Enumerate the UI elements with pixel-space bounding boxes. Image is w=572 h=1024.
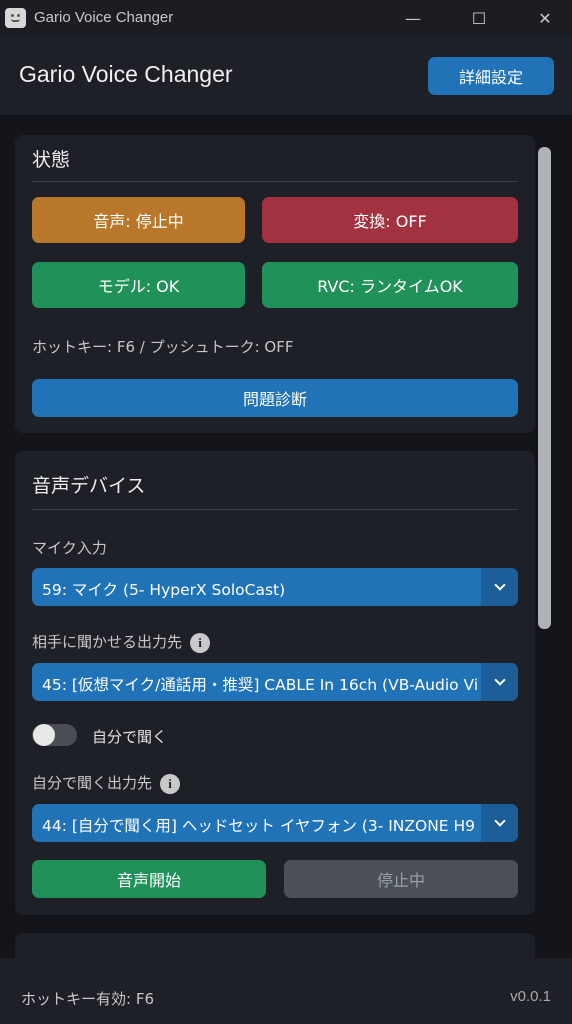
- status-card: 状態 音声: 停止中 変換: OFF モデル: OK RVC: ランタイムOK …: [15, 135, 535, 433]
- model-status-badge: モデル: OK: [32, 262, 245, 308]
- monitor-output-label-row: 自分で聞く出力先 i: [32, 772, 181, 794]
- info-icon[interactable]: i: [190, 632, 211, 653]
- main-scroll-area[interactable]: 状態 音声: 停止中 変換: OFF モデル: OK RVC: ランタイムOK …: [0, 115, 572, 958]
- audio-device-card: 音声デバイス マイク入力 59: マイク (5- HyperX SoloCast…: [15, 451, 535, 915]
- chevron-down-icon: [493, 579, 506, 591]
- diagnose-button[interactable]: 問題診断: [32, 379, 518, 417]
- monitor-toggle-label: 自分で聞く: [92, 728, 168, 746]
- app-window: Gario Voice Changer — ☐ ✕ Gario Voice Ch…: [0, 0, 572, 1024]
- minimize-button[interactable]: —: [390, 0, 436, 37]
- monitor-output-value: 44: [自分で聞く用] ヘッドセット イヤフォン (3- INZONE H9 …: [42, 817, 478, 835]
- scrollbar-thumb[interactable]: [538, 147, 551, 629]
- device-divider: [32, 509, 518, 510]
- app-header: Gario Voice Changer 詳細設定: [0, 37, 572, 115]
- conversion-status-badge: 変換: OFF: [262, 197, 518, 243]
- info-icon[interactable]: i: [160, 773, 181, 794]
- stop-audio-button[interactable]: 停止中: [284, 860, 518, 898]
- mic-dropdown-toggle[interactable]: [481, 568, 518, 606]
- output-device-value: 45: [仮想マイク/通話用・推奨] CABLE In 16ch (VB-Aud…: [42, 676, 478, 694]
- maximize-icon: ☐: [471, 9, 487, 28]
- rvc-status-badge: RVC: ランタイムOK: [262, 262, 518, 308]
- status-divider: [32, 181, 518, 182]
- audio-device-title: 音声デバイス: [32, 475, 146, 497]
- title-bar: Gario Voice Changer — ☐ ✕: [0, 0, 572, 37]
- status-title: 状態: [32, 149, 71, 171]
- maximize-button[interactable]: ☐: [456, 0, 502, 37]
- monitor-toggle[interactable]: [32, 724, 77, 746]
- close-button[interactable]: ✕: [522, 0, 568, 37]
- app-title: Gario Voice Changer: [19, 61, 233, 87]
- mic-input-value: 59: マイク (5- HyperX SoloCast): [42, 581, 286, 599]
- output-device-label-row: 相手に聞かせる出力先 i: [32, 631, 211, 653]
- chevron-down-icon: [493, 674, 506, 686]
- output-device-label: 相手に聞かせる出力先: [32, 633, 183, 651]
- monitor-output-select[interactable]: 44: [自分で聞く用] ヘッドセット イヤフォン (3- INZONE H9 …: [32, 804, 518, 842]
- hotkey-info-text: ホットキー: F6 / プッシュトーク: OFF: [32, 338, 294, 356]
- mic-input-select[interactable]: 59: マイク (5- HyperX SoloCast): [32, 568, 518, 606]
- monitor-dropdown-toggle[interactable]: [481, 804, 518, 842]
- chevron-down-icon: [493, 815, 506, 827]
- status-footer: ホットキー有効: F6 v0.0.1: [0, 958, 572, 1024]
- output-dropdown-toggle[interactable]: [481, 663, 518, 701]
- mic-input-label: マイク入力: [32, 539, 107, 557]
- hotkey-status-text: ホットキー有効: F6: [21, 990, 154, 1008]
- minimize-icon: —: [405, 9, 421, 28]
- monitor-output-label: 自分で聞く出力先: [32, 774, 153, 792]
- version-label: v0.0.1: [510, 988, 551, 1005]
- app-logo-icon: [5, 8, 26, 28]
- monitor-toggle-knob: [33, 724, 55, 746]
- output-device-select[interactable]: 45: [仮想マイク/通話用・推奨] CABLE In 16ch (VB-Aud…: [32, 663, 518, 701]
- start-audio-button[interactable]: 音声開始: [32, 860, 266, 898]
- conversion-card: 変換: [15, 933, 535, 958]
- audio-status-badge: 音声: 停止中: [32, 197, 245, 243]
- window-title: Gario Voice Changer: [34, 9, 174, 26]
- advanced-settings-button[interactable]: 詳細設定: [428, 57, 554, 95]
- close-icon: ✕: [538, 9, 552, 28]
